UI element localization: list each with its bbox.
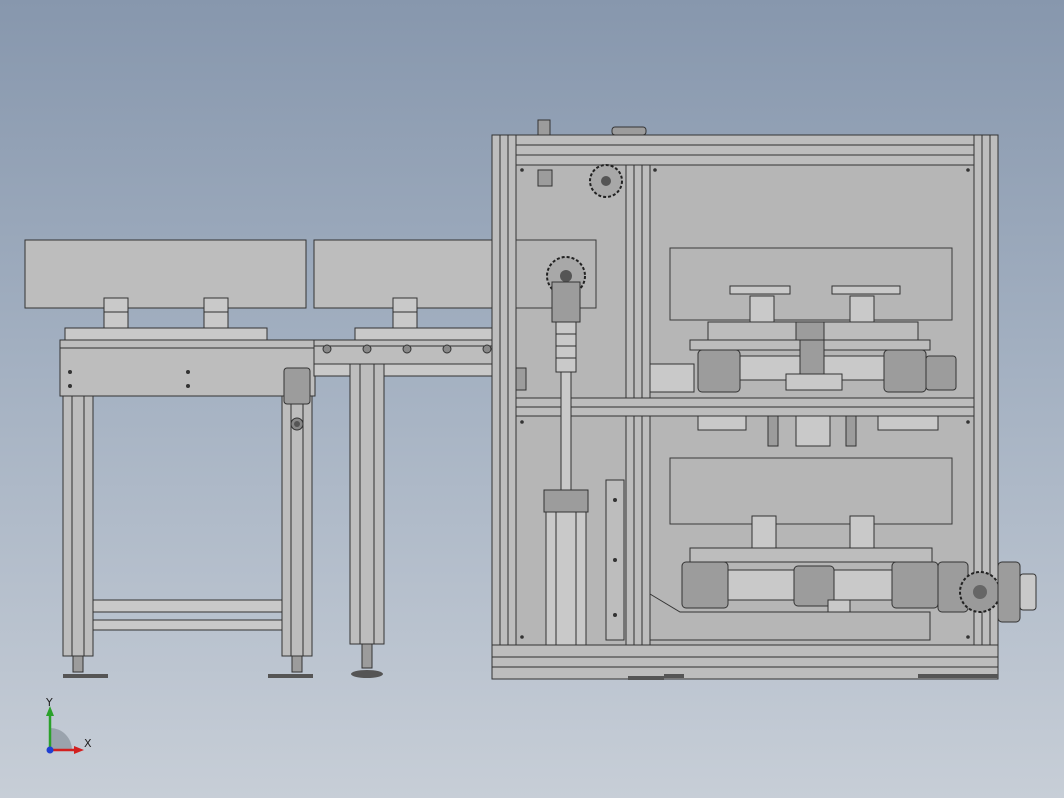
y-axis-label: Y (45, 696, 53, 709)
air-cylinder (545, 511, 587, 646)
middle-belt-rail (354, 327, 494, 341)
lower-motor-right (891, 561, 939, 609)
top-fitting (537, 119, 551, 136)
left-column (491, 134, 517, 680)
upper-plate-right (831, 285, 901, 295)
left-guard-panel (24, 239, 307, 309)
left-conveyor-module (24, 239, 494, 678)
upper-rail (515, 154, 975, 166)
upper-clamp-left (749, 295, 775, 323)
sprocket-housing (551, 281, 581, 323)
cad-viewport[interactable]: Y X (0, 0, 1064, 798)
lower-motor-left (681, 561, 729, 609)
drive-end-cap (997, 561, 1021, 623)
left-legs (62, 395, 313, 657)
assembly-drawing: Y X (24, 119, 1037, 754)
middle-leg (349, 363, 385, 645)
upper-end-cap (925, 355, 957, 391)
lower-clamp-left (751, 515, 777, 549)
upper-clamp-right (849, 295, 875, 323)
coordinate-triad: Y X (45, 696, 92, 754)
upper-gripper (799, 339, 825, 375)
upper-plate-left (729, 285, 791, 295)
upper-window-panel (669, 247, 953, 321)
upper-bracket (537, 169, 553, 187)
coupling-stack (555, 321, 577, 373)
upper-motor-right (883, 349, 927, 393)
piston-rod (560, 371, 572, 498)
lower-window-panel (669, 457, 953, 525)
cylinder-head (543, 489, 589, 513)
z-axis-dot (46, 746, 54, 754)
lower-clamp-right (849, 515, 875, 549)
left-feet (63, 655, 313, 678)
upper-motor-left (697, 349, 741, 393)
lower-carriage (689, 547, 933, 563)
base-frame (491, 644, 999, 680)
spring-stack (515, 367, 527, 391)
top-cap (611, 126, 647, 136)
x-axis-label: X (84, 737, 92, 750)
left-belt-rail (64, 327, 268, 341)
